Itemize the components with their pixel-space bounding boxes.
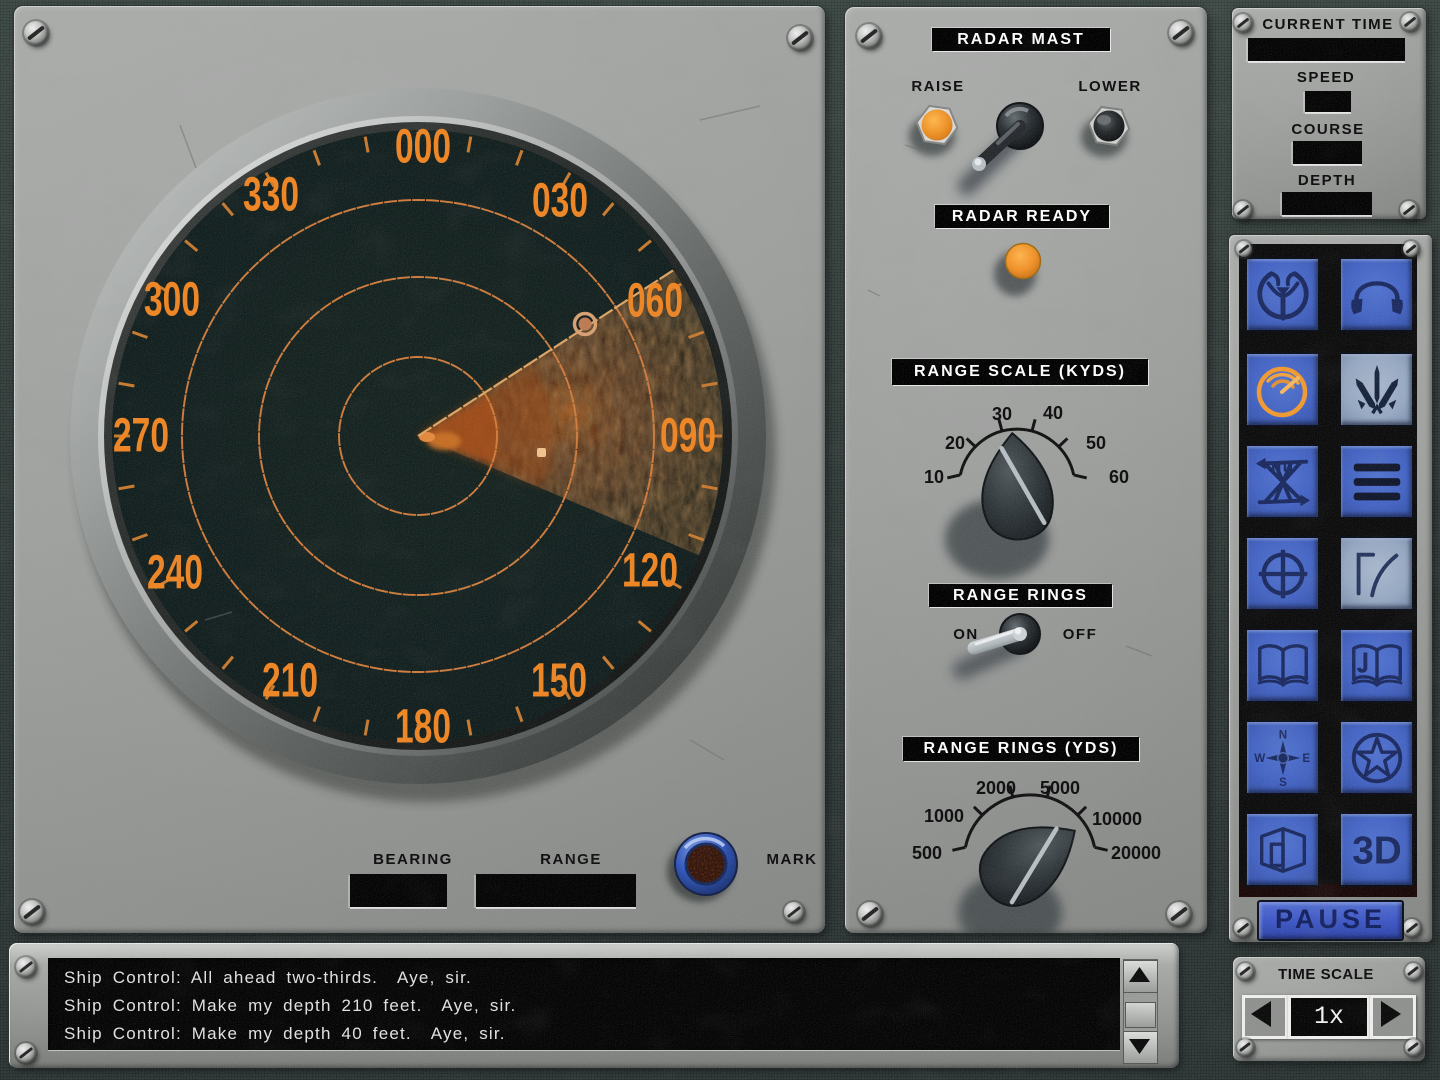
svg-text:240: 240 [147, 547, 203, 600]
svg-text:60: 60 [1109, 467, 1129, 487]
svg-text:20000: 20000 [1111, 843, 1161, 863]
svg-text:500: 500 [912, 843, 942, 863]
svg-text:180: 180 [395, 701, 451, 754]
svg-text:210: 210 [262, 655, 318, 708]
svg-text:270: 270 [113, 410, 169, 463]
svg-text:20: 20 [945, 433, 965, 453]
svg-text:W: W [1254, 751, 1265, 764]
svg-text:10000: 10000 [1092, 809, 1142, 829]
svg-text:1000: 1000 [924, 806, 964, 826]
svg-text:S: S [1279, 776, 1287, 789]
svg-text:E: E [1302, 751, 1310, 764]
svg-text:000: 000 [395, 121, 451, 174]
svg-text:150: 150 [531, 655, 587, 708]
svg-text:060: 060 [627, 275, 683, 328]
svg-text:3D: 3D [1352, 829, 1402, 872]
svg-text:N: N [1278, 728, 1286, 741]
svg-text:30: 30 [992, 404, 1012, 424]
svg-text:090: 090 [660, 410, 716, 463]
svg-text:030: 030 [532, 175, 588, 228]
svg-text:330: 330 [243, 169, 299, 222]
svg-text:40: 40 [1043, 403, 1063, 423]
svg-text:50: 50 [1086, 433, 1106, 453]
svg-text:120: 120 [622, 545, 678, 598]
svg-text:5000: 5000 [1040, 778, 1080, 798]
svg-text:10: 10 [924, 467, 944, 487]
svg-text:2000: 2000 [976, 778, 1016, 798]
svg-text:300: 300 [144, 274, 200, 327]
